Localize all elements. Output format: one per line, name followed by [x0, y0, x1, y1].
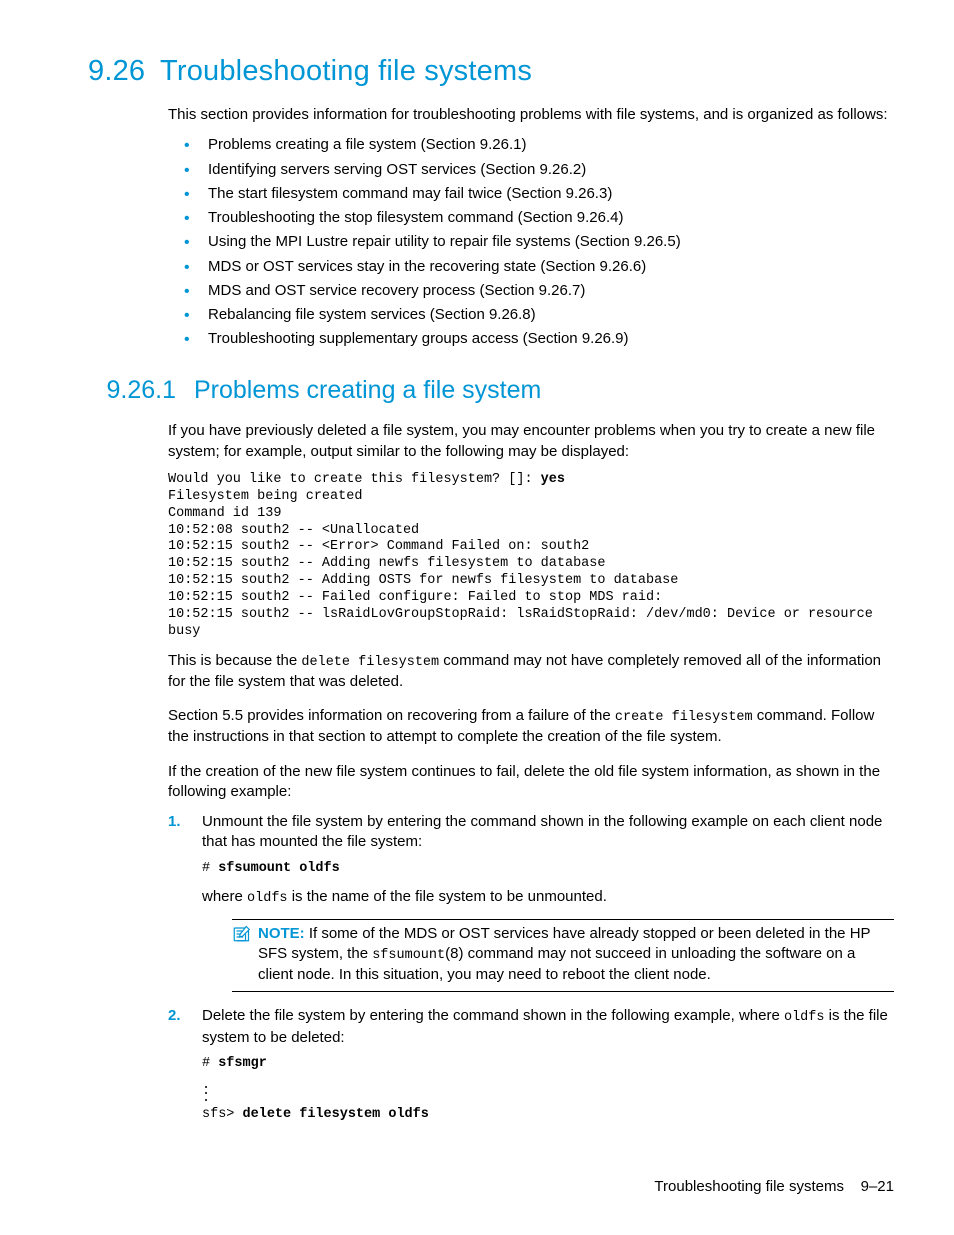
inline-code: oldfs — [784, 1010, 825, 1025]
subsection-para: If the creation of the new file system c… — [168, 762, 894, 803]
section-title-text: Troubleshooting file systems — [160, 55, 532, 87]
subsection-number: 9.26.1 — [88, 374, 194, 408]
inline-code: create filesystem — [615, 710, 753, 725]
toc-item: Identifying servers serving OST services… — [168, 160, 894, 180]
step-item: Unmount the file system by entering the … — [168, 812, 894, 992]
text: This is because the — [168, 652, 301, 669]
code-input: yes — [541, 472, 565, 487]
toc-list: Problems creating a file system (Section… — [168, 135, 894, 349]
subsection-para: This is because the delete filesystem co… — [168, 651, 894, 692]
vertical-ellipsis-icon: ... — [202, 1083, 894, 1103]
toc-item: Rebalancing file system services (Sectio… — [168, 305, 894, 325]
steps-list: Unmount the file system by entering the … — [168, 812, 894, 1124]
subsection-para: Section 5.5 provides information on reco… — [168, 706, 894, 747]
section-number: 9.26 — [88, 52, 160, 91]
code-block: sfs> delete filesystem oldfs — [202, 1107, 894, 1124]
inline-code: sfsumount — [372, 948, 445, 963]
inline-code: delete filesystem — [301, 655, 439, 670]
toc-item: The start filesystem command may fail tw… — [168, 184, 894, 204]
code-input: delete filesystem oldfs — [243, 1107, 429, 1122]
code-input: sfsmgr — [218, 1056, 267, 1071]
subsection-body: If you have previously deleted a file sy… — [168, 421, 894, 1123]
subsection-para: If you have previously deleted a file sy… — [168, 421, 894, 462]
step-text: Unmount the file system by entering the … — [202, 813, 882, 850]
section-body: This section provides information for tr… — [168, 105, 894, 350]
note-icon — [232, 924, 258, 986]
text: Section 5.5 provides information on reco… — [168, 707, 615, 724]
step-note: where oldfs is the name of the file syst… — [202, 887, 894, 908]
code-input: sfsumount oldfs — [218, 861, 340, 876]
subsection-heading: 9.26.1Problems creating a file system — [88, 374, 894, 408]
toc-item: Problems creating a file system (Section… — [168, 135, 894, 155]
footer-text: Troubleshooting file systems — [654, 1178, 844, 1195]
section-intro: This section provides information for tr… — [168, 105, 894, 125]
code-text: Would you like to create this filesystem… — [168, 472, 541, 487]
section-heading: 9.26Troubleshooting file systems — [88, 52, 894, 91]
code-block: # sfsumount oldfs — [202, 861, 894, 878]
note-box: NOTE: If some of the MDS or OST services… — [232, 919, 894, 993]
code-prompt: # — [202, 1056, 218, 1071]
page-number: 9–21 — [861, 1178, 894, 1195]
page-footer: Troubleshooting file systems 9–21 — [654, 1177, 894, 1197]
code-block: Would you like to create this filesystem… — [168, 472, 894, 641]
step-item: Delete the file system by entering the c… — [168, 1006, 894, 1123]
code-text: Filesystem being created Command id 139 … — [168, 489, 881, 639]
code-prompt: # — [202, 861, 218, 876]
text: where — [202, 888, 247, 905]
toc-item: Troubleshooting supplementary groups acc… — [168, 329, 894, 349]
page: 9.26Troubleshooting file systems This se… — [0, 0, 954, 1235]
text: is the name of the file system to be unm… — [288, 888, 607, 905]
subsection-title-text: Problems creating a file system — [194, 376, 541, 404]
toc-item: Troubleshooting the stop filesystem comm… — [168, 208, 894, 228]
note-body: NOTE: If some of the MDS or OST services… — [258, 924, 894, 986]
code-block: # sfsmgr — [202, 1056, 894, 1073]
code-prompt: sfs> — [202, 1107, 243, 1122]
step-text: Delete the file system by entering the c… — [202, 1007, 888, 1045]
toc-item: MDS and OST service recovery process (Se… — [168, 281, 894, 301]
inline-code: oldfs — [247, 891, 288, 906]
note-label: NOTE: — [258, 925, 305, 942]
text: Delete the file system by entering the c… — [202, 1007, 784, 1024]
toc-item: Using the MPI Lustre repair utility to r… — [168, 232, 894, 252]
toc-item: MDS or OST services stay in the recoveri… — [168, 257, 894, 277]
